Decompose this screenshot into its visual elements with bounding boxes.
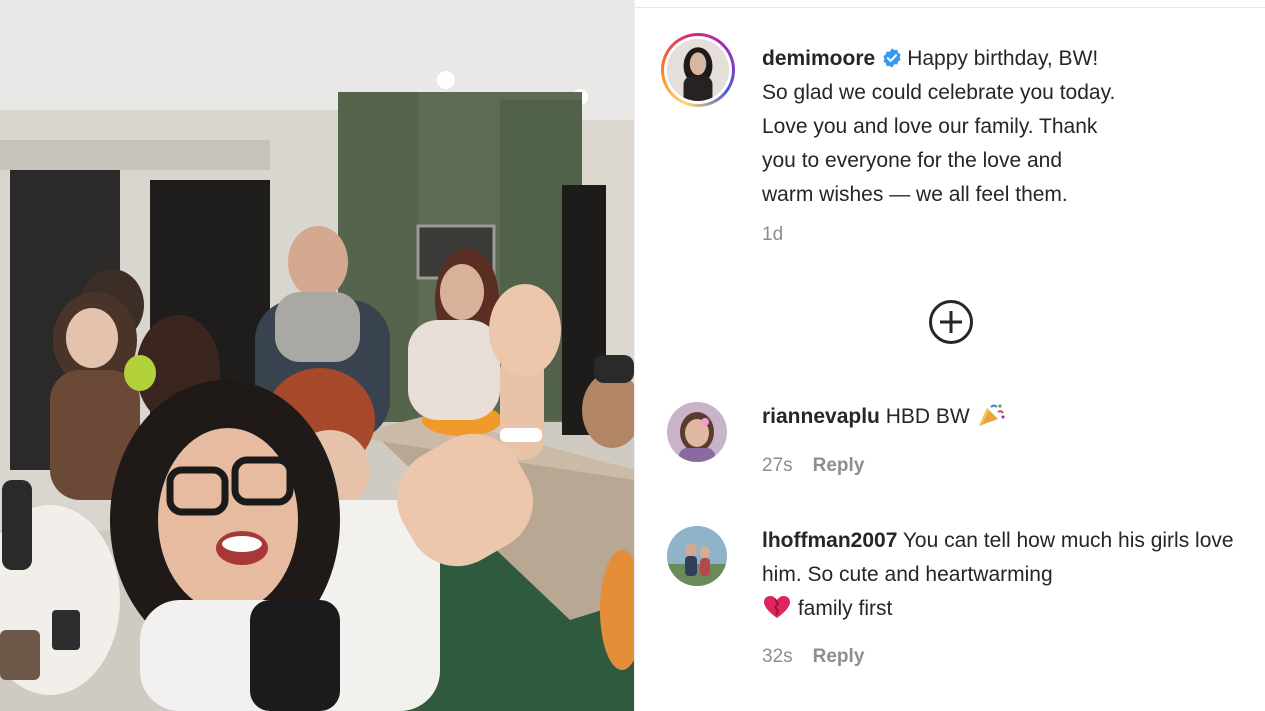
commenter-avatar-image (667, 526, 727, 586)
commenter-username[interactable]: riannevaplu (762, 405, 880, 428)
commenter-avatar[interactable] (667, 402, 727, 462)
verified-badge-icon (881, 47, 903, 69)
post-timestamp[interactable]: 1d (762, 224, 783, 246)
comment-meta: 27s Reply (762, 455, 864, 477)
commenter-avatar[interactable] (667, 526, 727, 586)
caption-line-4: you to everyone for the love and (762, 149, 1063, 172)
caption-line-2: So glad we could celebrate you today. (762, 81, 1116, 104)
comment-text: riannevaplu HBD BW (762, 400, 1252, 434)
comment-timestamp[interactable]: 32s (762, 646, 793, 667)
comment-body: HBD BW (885, 405, 970, 428)
author-username[interactable]: demimoore (762, 47, 875, 70)
comment-timestamp[interactable]: 27s (762, 455, 793, 476)
plus-circle-icon[interactable] (929, 300, 973, 344)
comment-meta: 32s Reply (762, 646, 864, 668)
avatar-frame (664, 36, 732, 104)
caption-line-3: Love you and love our family. Thank (762, 115, 1098, 138)
party-popper-icon (976, 402, 1006, 428)
caption-line-1: Happy birthday, BW! (907, 47, 1099, 70)
caption-line-5: warm wishes — we all feel them. (762, 183, 1068, 206)
author-avatar[interactable] (667, 39, 729, 101)
post-photo-illustration (0, 0, 634, 711)
post-caption: demimoore Happy birthday, BW! So glad we… (762, 42, 1252, 212)
author-avatar-image (667, 39, 729, 101)
commenter-username[interactable]: lhoffman2007 (762, 529, 897, 552)
comment-text: lhoffman2007 You can tell how much his g… (762, 524, 1252, 626)
reply-button[interactable]: Reply (813, 455, 865, 476)
commenter-avatar-image (667, 402, 727, 462)
story-ring[interactable] (661, 33, 735, 107)
reply-button[interactable]: Reply (813, 646, 865, 667)
comment-body-continued: family first (797, 597, 893, 620)
header-divider (635, 7, 1265, 8)
red-heart-icon (762, 594, 792, 620)
comments-panel: demimoore Happy birthday, BW! So glad we… (634, 0, 1265, 711)
post-photo[interactable] (0, 0, 634, 711)
